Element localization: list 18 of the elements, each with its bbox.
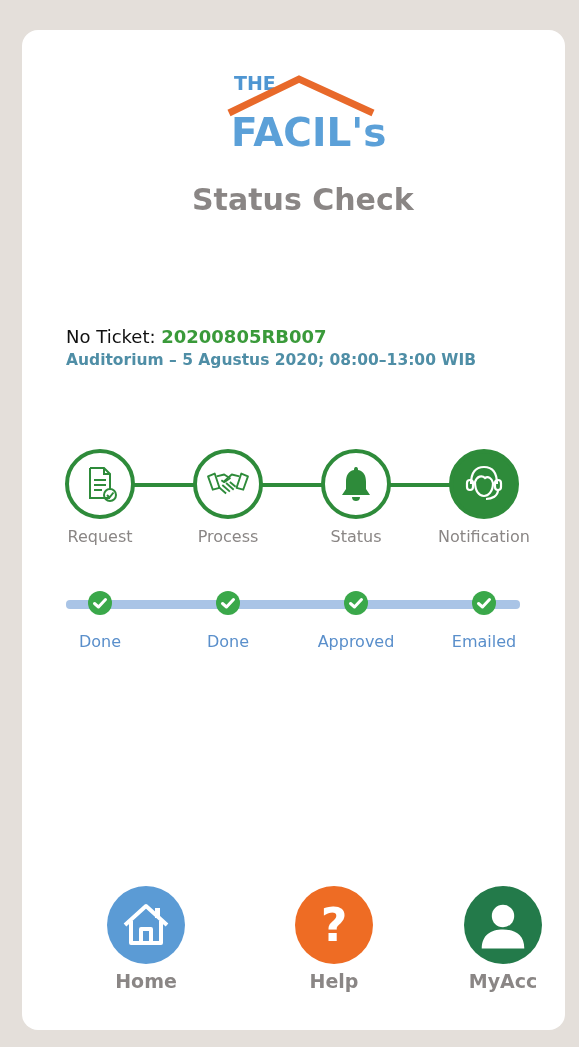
step-label: Notification: [438, 527, 530, 546]
progress-label: Approved: [317, 632, 395, 651]
logo-text: THE: [234, 74, 276, 93]
progress-label: Done: [78, 632, 122, 651]
page-title: Status Check: [192, 182, 415, 218]
progress-label: Done: [206, 632, 250, 651]
question-mark-icon: ?: [320, 902, 348, 948]
ticket-details: Auditorium – 5 Agustus 2020; 08:00–13:00 WIB: [66, 351, 478, 369]
logo-text: FACIL's: [231, 113, 387, 152]
nav-button[interactable]: MyAcc: [428, 886, 578, 992]
roof-icon: [226, 75, 376, 117]
progress-label: Emailed: [451, 632, 517, 651]
nav-button[interactable]: Home: [52, 886, 240, 992]
nav-button[interactable]: ? Help: [240, 886, 428, 992]
step-label: Process: [197, 527, 259, 546]
step-label: Status: [330, 527, 382, 546]
ticket-number: No Ticket: 20200805RB007: [66, 326, 328, 347]
step-label: Request: [67, 527, 133, 546]
